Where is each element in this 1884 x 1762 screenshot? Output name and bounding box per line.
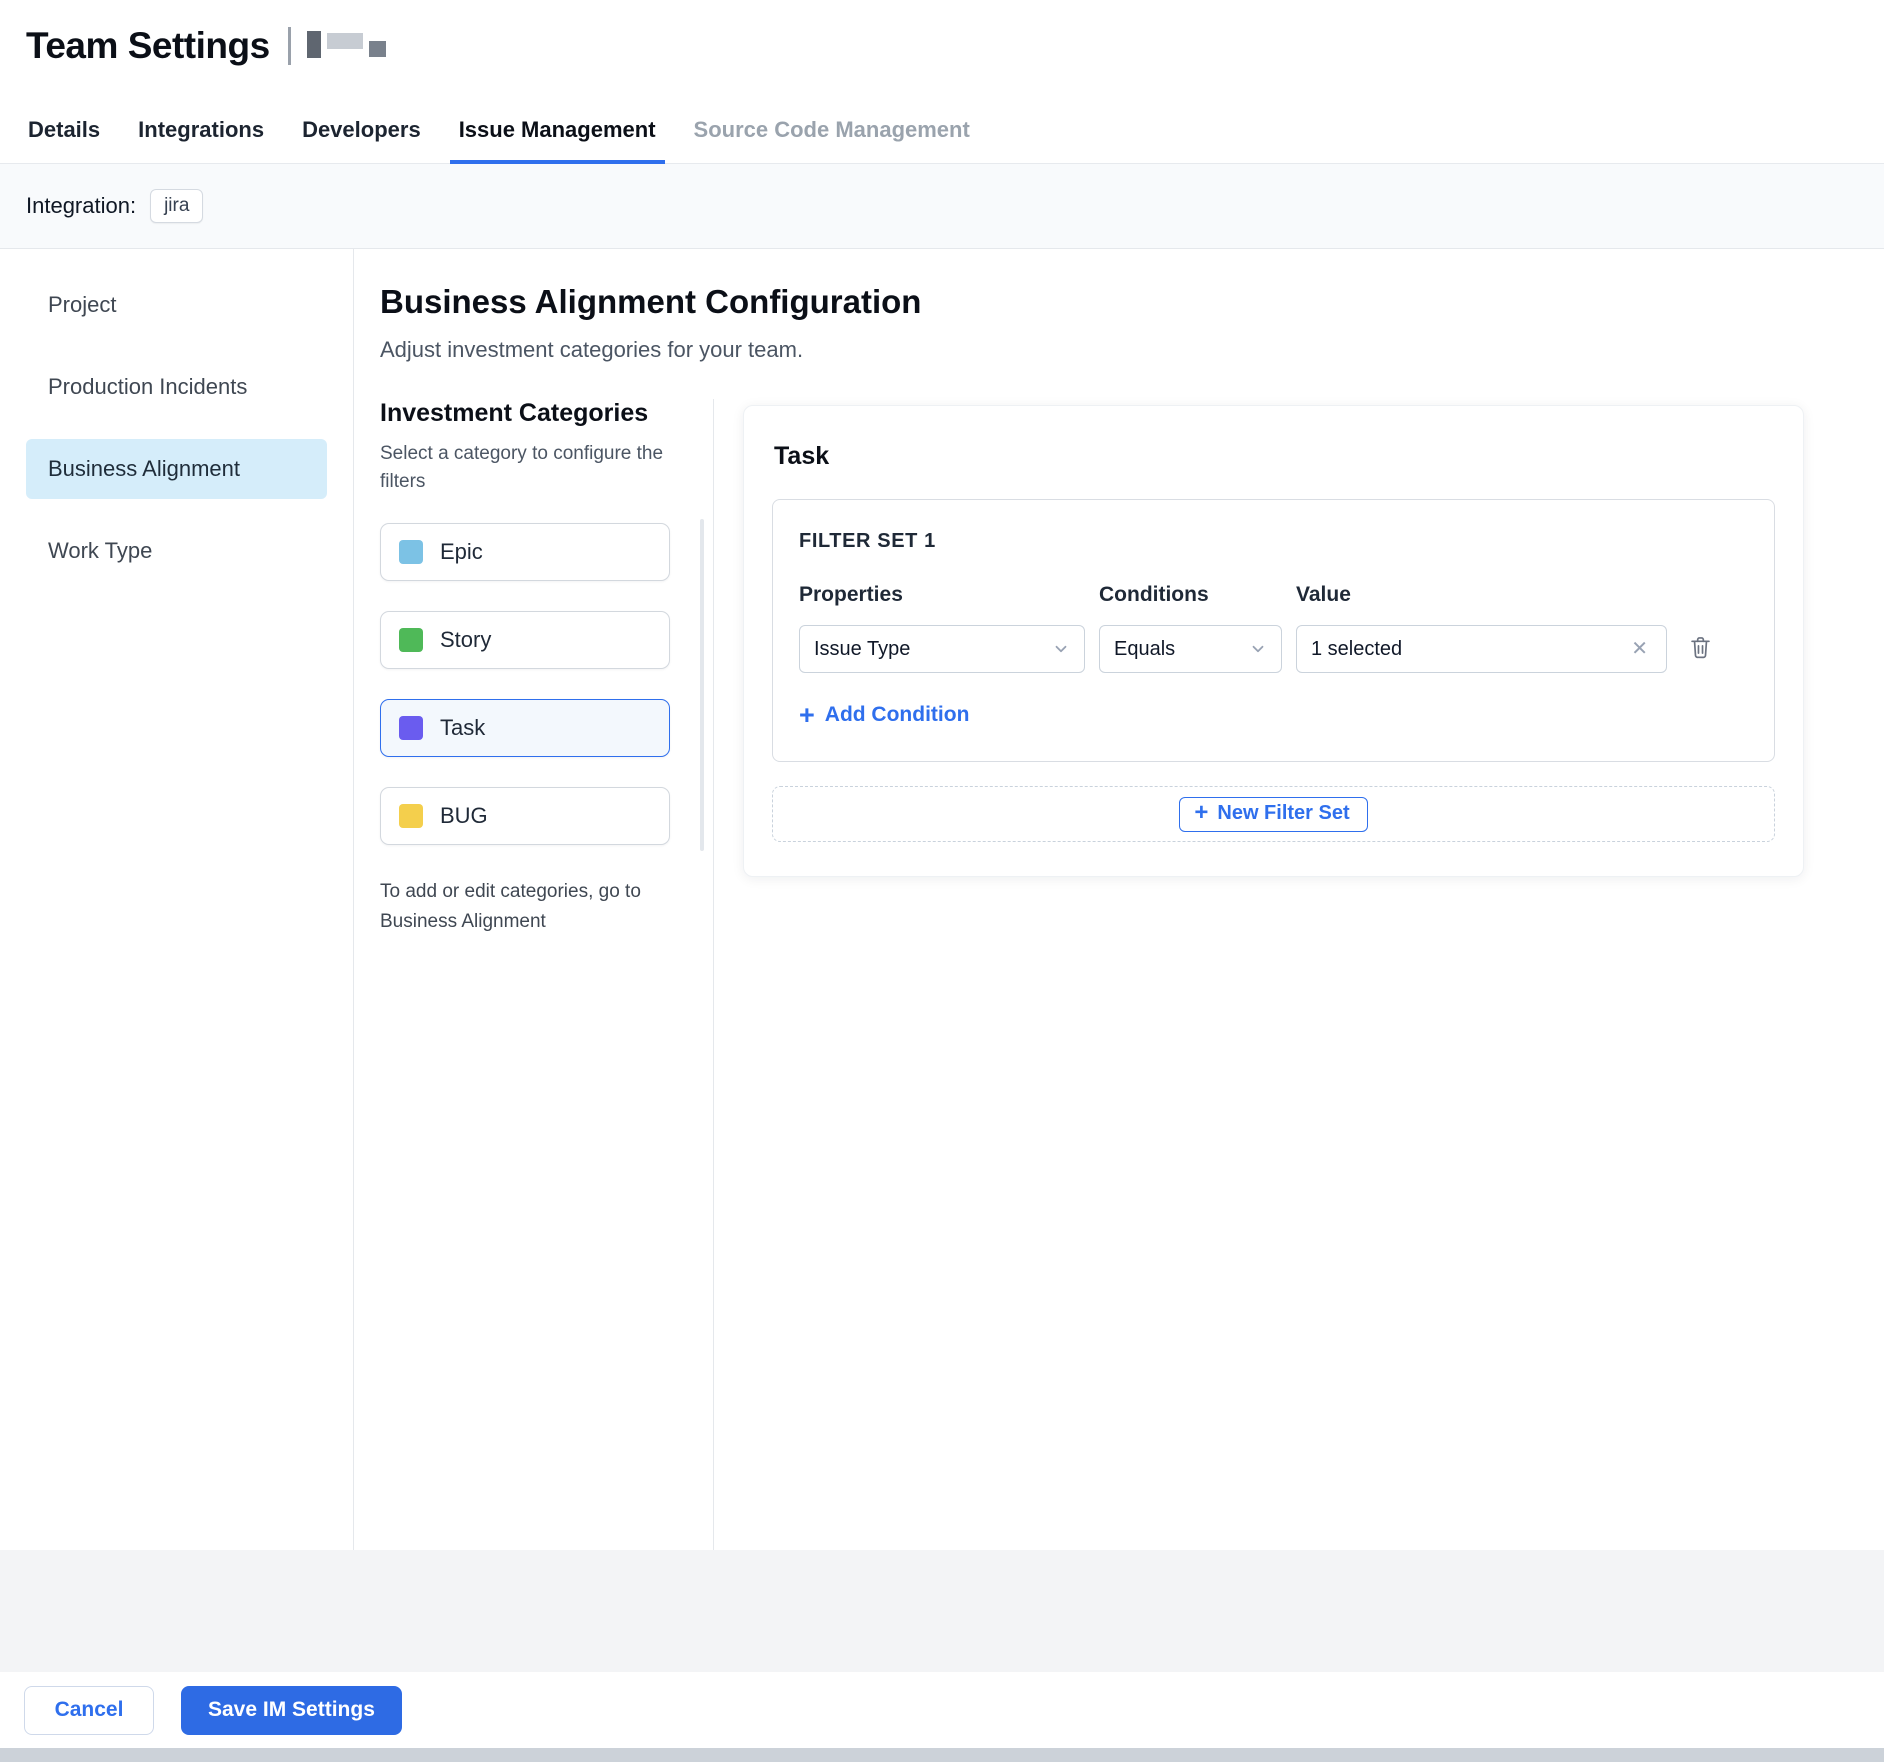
trash-icon bbox=[1687, 634, 1714, 664]
filter-set-label: FILTER SET 1 bbox=[799, 530, 1748, 553]
tab-source-code-management[interactable]: Source Code Management bbox=[694, 117, 970, 163]
categories-helper-text: Select a category to configure the filte… bbox=[380, 440, 684, 495]
section-title: Business Alignment Configuration bbox=[380, 283, 1884, 321]
delete-condition-button[interactable] bbox=[1681, 630, 1719, 668]
task-filter-card: Task FILTER SET 1 Properties Conditions … bbox=[743, 405, 1804, 877]
filter-column-headers: Properties Conditions Value bbox=[799, 583, 1748, 607]
category-label: BUG bbox=[440, 803, 488, 829]
clear-value-icon[interactable]: ✕ bbox=[1627, 635, 1652, 663]
value-multiselect[interactable]: 1 selected ✕ bbox=[1296, 625, 1667, 673]
task-card-title: Task bbox=[774, 442, 1775, 471]
category-button-task[interactable]: Task bbox=[380, 699, 670, 757]
section-subtitle: Adjust investment categories for your te… bbox=[380, 337, 1884, 363]
page-title: Team Settings bbox=[26, 25, 270, 67]
category-label: Story bbox=[440, 627, 491, 653]
content-area: Project Production Incidents Business Al… bbox=[0, 248, 1884, 1550]
action-footer: Cancel Save IM Settings bbox=[0, 1672, 1884, 1748]
category-button-story[interactable]: Story bbox=[380, 611, 670, 669]
new-filter-set-label: New Filter Set bbox=[1217, 802, 1349, 825]
add-condition-label: Add Condition bbox=[825, 703, 970, 727]
bottom-edge-strip bbox=[0, 1748, 1884, 1762]
redacted-block bbox=[327, 33, 363, 49]
title-divider bbox=[288, 27, 291, 65]
epic-color-swatch bbox=[399, 540, 423, 564]
filter-panel-area: Task FILTER SET 1 Properties Conditions … bbox=[714, 399, 1884, 1550]
chevron-down-icon bbox=[1249, 640, 1267, 658]
condition-select-value: Equals bbox=[1114, 638, 1175, 661]
categories-footnote: To add or edit categories, go to Busines… bbox=[380, 877, 675, 936]
sidebar-item-business-alignment[interactable]: Business Alignment bbox=[26, 439, 327, 499]
column-header-value: Value bbox=[1296, 583, 1667, 607]
integration-badge: jira bbox=[150, 189, 203, 223]
sidebar-item-work-type[interactable]: Work Type bbox=[26, 521, 327, 581]
save-im-settings-button[interactable]: Save IM Settings bbox=[181, 1686, 402, 1735]
settings-tab-bar: Details Integrations Developers Issue Ma… bbox=[0, 92, 1884, 164]
page-header: Team Settings bbox=[0, 0, 1884, 92]
sidebar-item-production-incidents[interactable]: Production Incidents bbox=[26, 357, 327, 417]
property-select-value: Issue Type bbox=[814, 638, 910, 661]
main-panel: Business Alignment Configuration Adjust … bbox=[354, 249, 1884, 1550]
category-list: Epic Story Task BUG bbox=[380, 523, 713, 845]
redacted-block bbox=[369, 41, 386, 57]
task-color-swatch bbox=[399, 716, 423, 740]
column-header-properties: Properties bbox=[799, 583, 1085, 607]
tab-issue-management[interactable]: Issue Management bbox=[459, 117, 656, 163]
category-button-epic[interactable]: Epic bbox=[380, 523, 670, 581]
chevron-down-icon bbox=[1052, 640, 1070, 658]
page-bottom-spacer bbox=[0, 1550, 1884, 1672]
category-list-scrollbar[interactable] bbox=[700, 519, 704, 851]
add-condition-button[interactable]: + Add Condition bbox=[799, 703, 969, 727]
team-settings-page: Team Settings Details Integrations Devel… bbox=[0, 0, 1884, 1762]
integration-label: Integration: bbox=[26, 193, 136, 219]
story-color-swatch bbox=[399, 628, 423, 652]
category-label: Epic bbox=[440, 539, 483, 565]
category-button-bug[interactable]: BUG bbox=[380, 787, 670, 845]
condition-select[interactable]: Equals bbox=[1099, 625, 1282, 673]
category-label: Task bbox=[440, 715, 485, 741]
plus-icon: + bbox=[799, 703, 815, 727]
cancel-button[interactable]: Cancel bbox=[24, 1686, 154, 1735]
tab-integrations[interactable]: Integrations bbox=[138, 117, 264, 163]
new-filter-set-button[interactable]: + New Filter Set bbox=[1179, 797, 1367, 832]
value-selected-text: 1 selected bbox=[1311, 638, 1402, 661]
redacted-team-name bbox=[307, 31, 386, 58]
column-header-conditions: Conditions bbox=[1099, 583, 1282, 607]
categories-heading: Investment Categories bbox=[380, 399, 713, 428]
tab-details[interactable]: Details bbox=[28, 117, 100, 163]
investment-categories-panel: Investment Categories Select a category … bbox=[380, 399, 714, 1550]
redacted-block bbox=[307, 31, 321, 58]
filter-set-1: FILTER SET 1 Properties Conditions Value… bbox=[772, 499, 1775, 762]
bug-color-swatch bbox=[399, 804, 423, 828]
new-filter-set-dropzone: + New Filter Set bbox=[772, 786, 1775, 842]
property-select[interactable]: Issue Type bbox=[799, 625, 1085, 673]
plus-icon: + bbox=[1194, 802, 1208, 824]
im-sidebar: Project Production Incidents Business Al… bbox=[0, 249, 354, 1550]
config-row: Investment Categories Select a category … bbox=[380, 399, 1884, 1550]
integration-bar: Integration: jira bbox=[0, 164, 1884, 248]
filter-condition-row: Issue Type Equals bbox=[799, 625, 1748, 673]
sidebar-item-project[interactable]: Project bbox=[26, 275, 327, 335]
tab-developers[interactable]: Developers bbox=[302, 117, 421, 163]
